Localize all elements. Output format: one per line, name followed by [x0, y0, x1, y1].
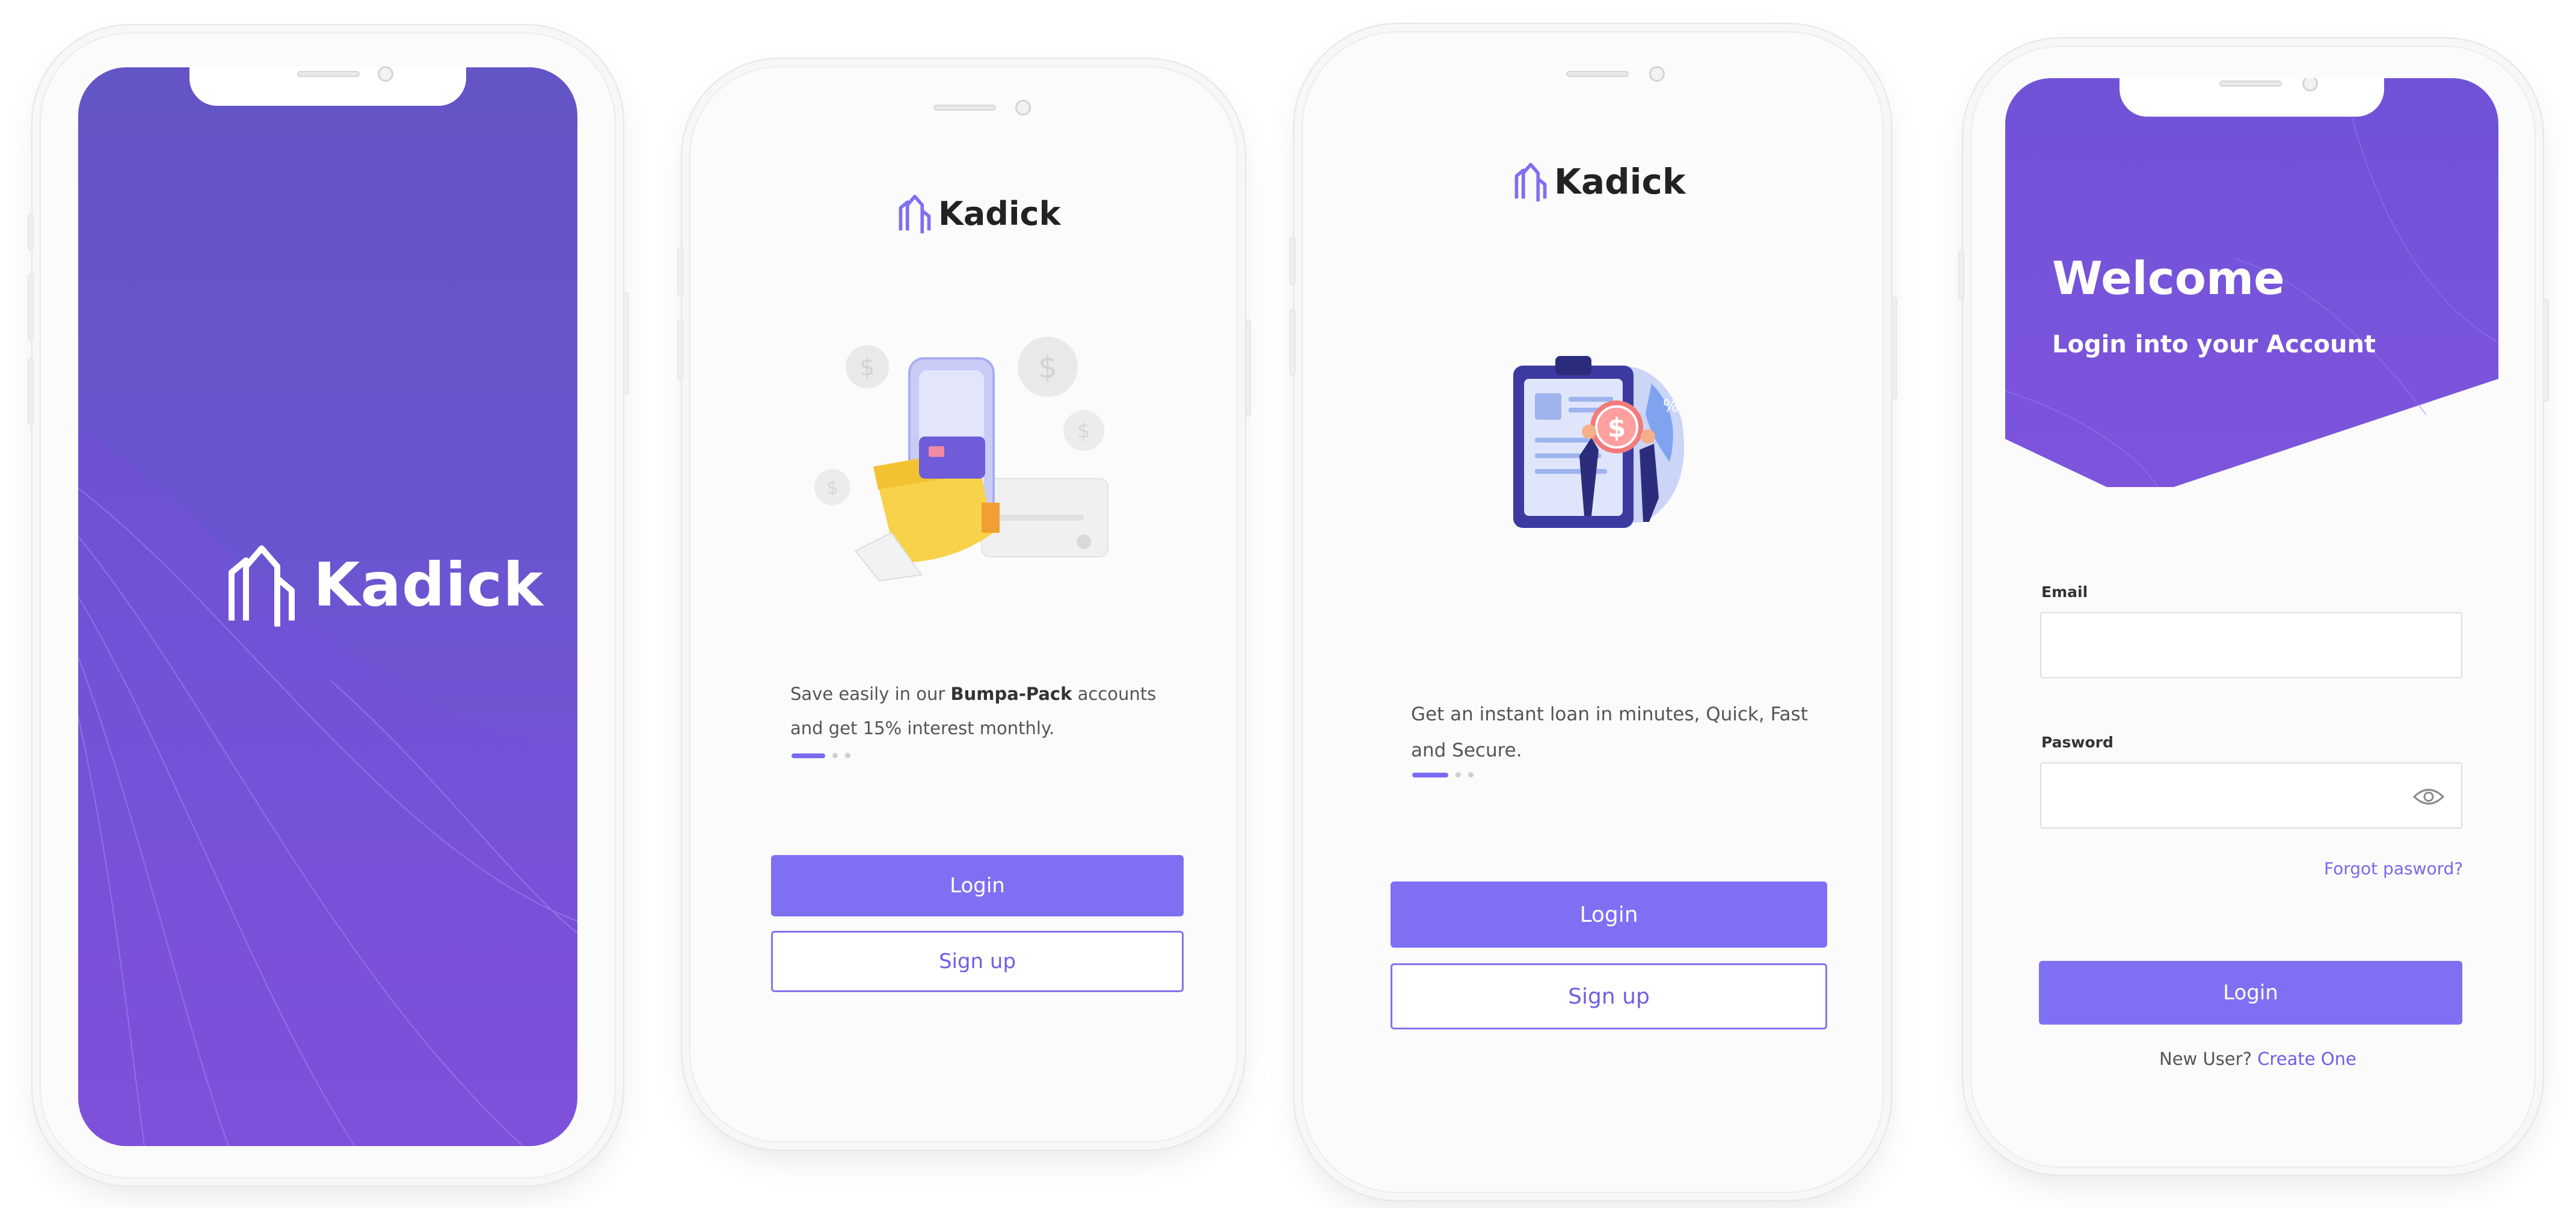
onboarding-screen-1: Kadick $ $ $ $ Save easily in our Bumpa-… [705, 82, 1225, 1129]
password-field[interactable] [2040, 762, 2462, 829]
brand-wordmark: Kadick [313, 549, 544, 620]
svg-text:%: % [1663, 396, 1679, 415]
page-dot[interactable] [1468, 772, 1474, 777]
page-dot-active[interactable] [1412, 772, 1448, 777]
phone-login: Welcome Login into your Account Email Pa… [1958, 46, 2549, 1168]
svg-text:$: $ [1038, 350, 1057, 385]
svg-text:$: $ [826, 477, 838, 498]
side-button [1891, 297, 1897, 399]
side-button [623, 292, 629, 394]
speaker [2219, 81, 2282, 87]
onboarding-screen-2: Kadick $ % Get an instant loan in minute… [1317, 47, 1871, 1180]
svg-text:$: $ [859, 354, 875, 381]
header-logo: Kadick [897, 194, 1060, 233]
side-button [28, 214, 34, 250]
side-button [677, 248, 683, 296]
brand-wordmark: Kadick [938, 194, 1061, 233]
login-screen: Welcome Login into your Account Email Pa… [2005, 78, 2498, 1136]
splash-logo: Kadick [226, 542, 544, 627]
page-dot[interactable] [1456, 772, 1461, 777]
login-button[interactable]: Login [771, 855, 1184, 916]
welcome-subtitle: Login into your Account [2052, 331, 2376, 358]
side-button [28, 274, 34, 340]
loan-clipboard-dollar-illustration: $ % [1513, 356, 1684, 528]
kadick-logo-icon [899, 194, 931, 233]
phone-onboarding-savings: Kadick $ $ $ $ Save easily in our Bumpa-… [677, 66, 1251, 1142]
mockup-stage: Kadick Kadick $ $ $ $ Save easily in our… [0, 0, 2576, 1208]
side-button [1290, 237, 1296, 285]
header-logo: Kadick [1513, 161, 1685, 202]
new-user-text: New User? [2159, 1049, 2252, 1069]
signup-button[interactable]: Sign up [1391, 963, 1827, 1029]
page-indicator [792, 753, 850, 758]
side-button [1290, 309, 1296, 375]
onboarding-caption: Save easily in our Bumpa-Pack accounts a… [790, 677, 1187, 745]
page-dot[interactable] [845, 753, 850, 758]
side-button [677, 320, 683, 380]
login-button[interactable]: Login [2039, 961, 2462, 1025]
page-dot[interactable] [832, 753, 838, 758]
side-button [2543, 299, 2549, 402]
brand-wordmark: Kadick [1554, 161, 1686, 202]
eye-icon[interactable] [2413, 786, 2444, 807]
side-button [1245, 320, 1251, 416]
kadick-logo-icon [1514, 162, 1547, 201]
signup-button[interactable]: Sign up [771, 931, 1184, 992]
create-account-link[interactable]: Create One [2257, 1049, 2356, 1069]
signup-prompt: New User? Create One [2159, 1049, 2356, 1069]
kadick-logo-icon [229, 545, 295, 627]
forgot-password-link[interactable]: Forgot pasword? [2324, 859, 2463, 878]
phone-splash: Kadick [28, 32, 629, 1179]
side-button [28, 358, 34, 425]
front-camera [1649, 66, 1665, 82]
wallet-phone-card-coins-illustration: $ $ $ $ [814, 337, 1108, 582]
login-button[interactable]: Login [1391, 881, 1827, 948]
speaker [1566, 71, 1629, 77]
onboarding-caption: Get an instant loan in minutes, Quick, F… [1411, 704, 1808, 762]
splash-screen: Kadick [78, 67, 577, 1146]
front-camera [1015, 100, 1031, 115]
password-label: Pasword [2041, 734, 2113, 751]
caption-text: Save easily in our [790, 684, 951, 704]
email-field[interactable] [2040, 612, 2462, 678]
svg-text:$: $ [1077, 419, 1090, 443]
speaker [297, 71, 360, 77]
page-dot-active[interactable] [792, 753, 825, 758]
svg-text:$: $ [1608, 412, 1626, 443]
phone-onboarding-loan: Kadick $ % Get an instant loan in minute… [1290, 31, 1897, 1193]
front-camera [378, 66, 393, 82]
caption-bold-product: Bumpa-Pack [950, 684, 1072, 704]
speaker [933, 105, 996, 111]
side-button [1958, 251, 1964, 299]
page-indicator [1412, 772, 1474, 777]
email-label: Email [2041, 583, 2088, 601]
welcome-title: Welcome [2052, 251, 2285, 305]
